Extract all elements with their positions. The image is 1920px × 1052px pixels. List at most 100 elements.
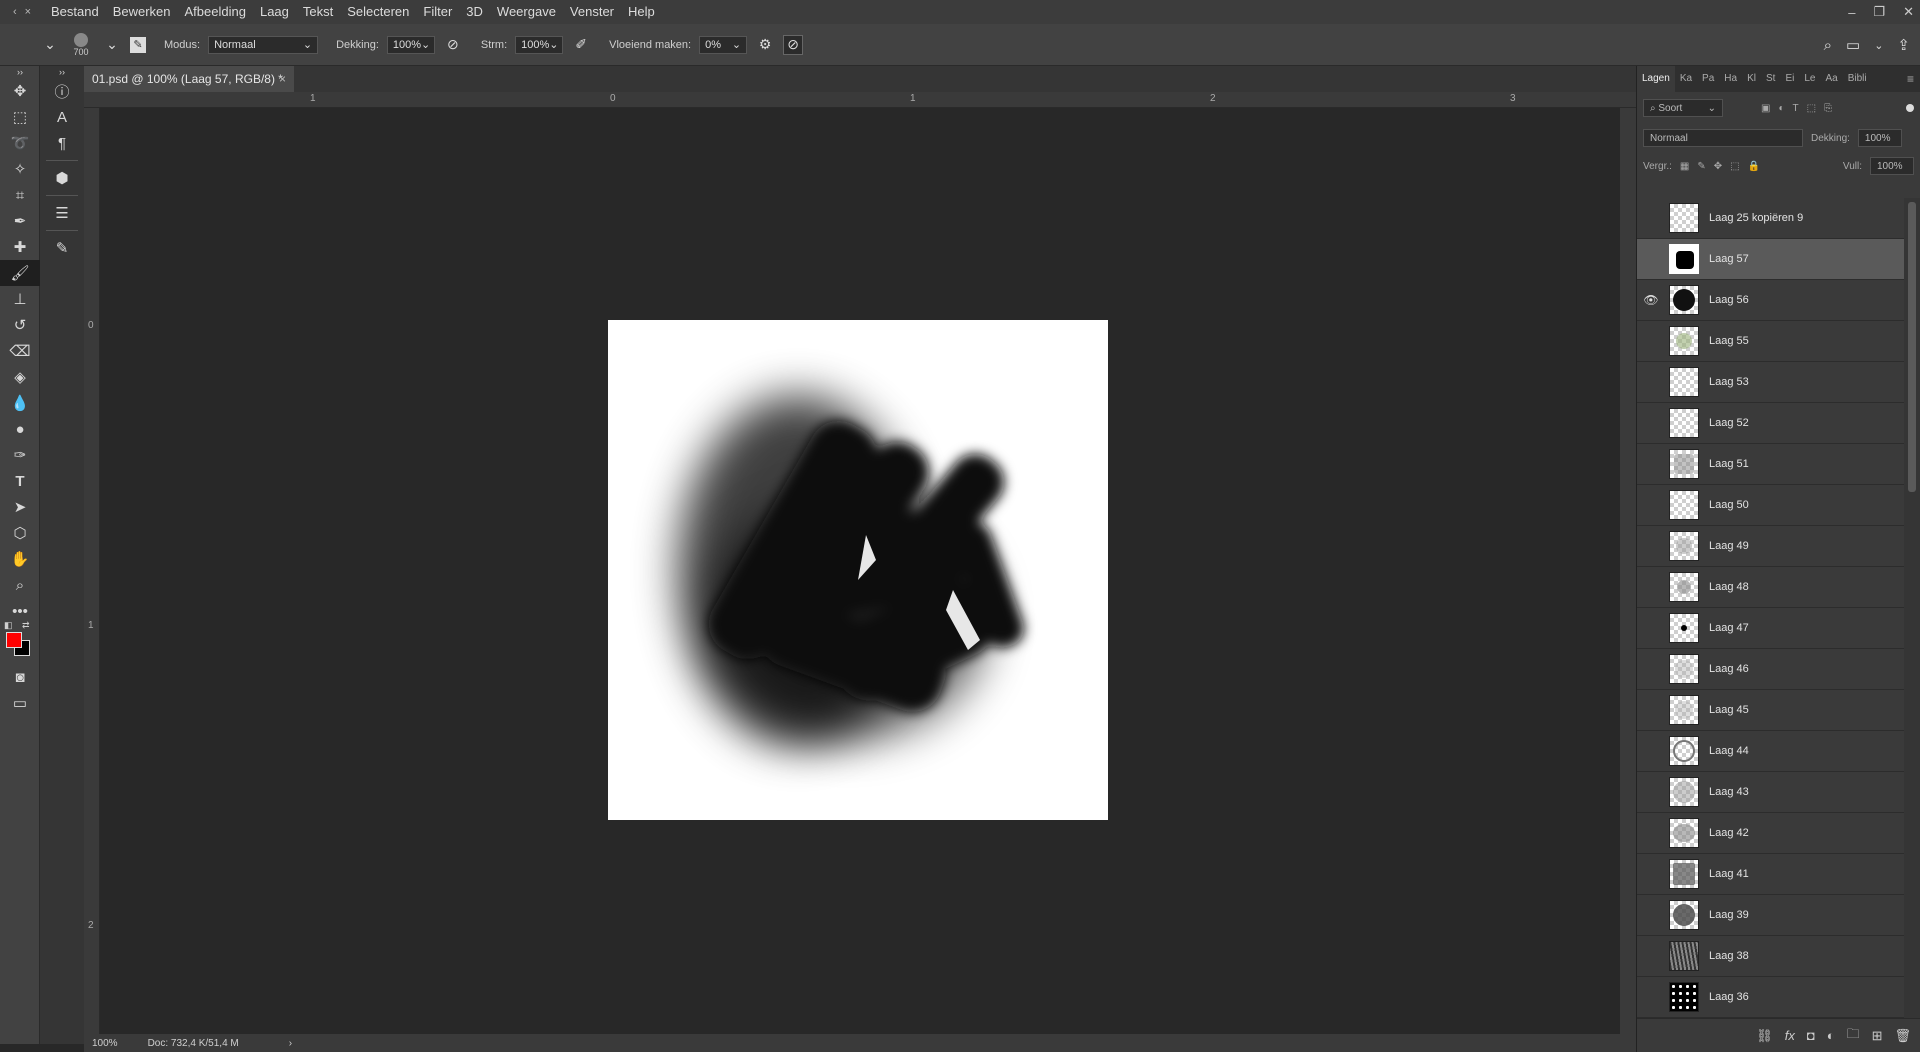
- menu-weergave[interactable]: Weergave: [490, 0, 563, 24]
- clone-stamp-tool[interactable]: ⊥: [0, 286, 40, 312]
- swap-colors-icon[interactable]: ⇄: [22, 620, 30, 631]
- pressure-opacity-icon[interactable]: ⊘: [443, 35, 463, 55]
- add-mask-icon[interactable]: ◘: [1807, 1028, 1815, 1043]
- tab-paden[interactable]: Pa: [1697, 66, 1719, 92]
- menu-bewerken[interactable]: Bewerken: [106, 0, 178, 24]
- menu-3d[interactable]: 3D: [459, 0, 490, 24]
- layer-row[interactable]: Laag 36: [1637, 977, 1905, 1018]
- tab-bibliotheken[interactable]: Bibli: [1843, 66, 1872, 92]
- brush-presets-panel-icon[interactable]: ✎: [40, 235, 84, 261]
- eye-icon[interactable]: 👁: [1637, 293, 1665, 307]
- filter-smart-object-icon[interactable]: ⎘: [1824, 103, 1832, 114]
- crop-tool[interactable]: ⌗: [0, 182, 40, 208]
- status-menu-chevron-icon[interactable]: ›: [289, 1038, 292, 1049]
- filter-toggle[interactable]: [1906, 104, 1914, 112]
- menu-laag[interactable]: Laag: [253, 0, 296, 24]
- flow-field[interactable]: 100% ⌄: [515, 35, 564, 54]
- layer-row[interactable]: Laag 46: [1637, 649, 1905, 690]
- close-icon[interactable]: ×: [25, 6, 31, 18]
- tab-kleur[interactable]: Kl: [1742, 66, 1761, 92]
- blur-tool[interactable]: 💧: [0, 390, 40, 416]
- layer-row[interactable]: Laag 41: [1637, 854, 1905, 895]
- zoom-level[interactable]: 100%: [92, 1038, 118, 1049]
- panel-menu-icon[interactable]: ≡: [1907, 72, 1920, 86]
- eyedropper-tool[interactable]: ✒: [0, 208, 40, 234]
- filter-type-icon[interactable]: T: [1793, 103, 1799, 114]
- layer-row[interactable]: Laag 45: [1637, 690, 1905, 731]
- workspace-chevron-icon[interactable]: ⌄: [1874, 39, 1883, 52]
- eraser-tool[interactable]: ⌫: [0, 338, 40, 364]
- close-window-icon[interactable]: ✕: [1903, 4, 1914, 20]
- brush-tool[interactable]: 🖌: [0, 260, 40, 286]
- pressure-size-icon[interactable]: ⊘: [783, 34, 804, 55]
- menu-venster[interactable]: Venster: [563, 0, 621, 24]
- new-layer-icon[interactable]: ⊞: [1872, 1028, 1883, 1044]
- layer-row[interactable]: Laag 44: [1637, 731, 1905, 772]
- blend-mode-select[interactable]: Normaal: [1643, 129, 1803, 147]
- layer-opacity-field[interactable]: 100%: [1857, 129, 1902, 147]
- lock-all-icon[interactable]: 🔒: [1748, 161, 1760, 172]
- dodge-tool[interactable]: ●: [0, 416, 40, 442]
- airbrush-icon[interactable]: ✐: [571, 35, 591, 55]
- tab-le[interactable]: Le: [1799, 66, 1820, 92]
- layer-row[interactable]: Laag 42: [1637, 813, 1905, 854]
- layer-row-selected[interactable]: Laag 57: [1637, 239, 1905, 280]
- paint-bucket-tool[interactable]: ◈: [0, 364, 40, 390]
- layer-row[interactable]: Laag 25 kopiëren 9: [1637, 198, 1905, 239]
- filter-adjustment-icon[interactable]: ◐: [1778, 103, 1784, 114]
- info-panel-icon[interactable]: ⓘ: [40, 78, 84, 104]
- layer-row[interactable]: Laag 43: [1637, 772, 1905, 813]
- layer-row[interactable]: Laag 39: [1637, 895, 1905, 936]
- layer-row[interactable]: Laag 50: [1637, 485, 1905, 526]
- brush-preset-picker[interactable]: 700: [68, 32, 94, 57]
- fill-field[interactable]: 100%: [1870, 157, 1914, 175]
- link-layers-icon[interactable]: ⛓: [1756, 1028, 1773, 1044]
- new-group-icon[interactable]: 🗀: [1847, 1025, 1860, 1047]
- tab-ha[interactable]: Ha: [1719, 66, 1742, 92]
- path-select-tool[interactable]: ➤: [0, 494, 40, 520]
- lock-transparency-icon[interactable]: ▦: [1680, 161, 1689, 172]
- layer-row[interactable]: Laag 52: [1637, 403, 1905, 444]
- healing-brush-tool[interactable]: ✚: [0, 234, 40, 260]
- filter-shape-icon[interactable]: ⬚: [1807, 103, 1816, 114]
- document-canvas[interactable]: [608, 320, 1108, 820]
- properties-panel-icon[interactable]: ☰: [40, 200, 84, 226]
- lock-position-icon[interactable]: ✥: [1714, 161, 1722, 172]
- lock-pixels-icon[interactable]: ✎: [1697, 161, 1705, 172]
- close-tab-icon[interactable]: ×: [279, 66, 286, 92]
- share-icon[interactable]: ⇪: [1897, 36, 1910, 54]
- 3d-panel-icon[interactable]: ⬢: [40, 165, 84, 191]
- hand-tool[interactable]: ✋: [0, 546, 40, 572]
- layer-row[interactable]: Laag 47: [1637, 608, 1905, 649]
- layer-row[interactable]: 👁 Laag 56: [1637, 280, 1905, 321]
- type-tool[interactable]: T: [0, 468, 40, 494]
- lasso-tool[interactable]: ➰: [0, 130, 40, 156]
- menu-bestand[interactable]: Bestand: [44, 0, 106, 24]
- layer-style-icon[interactable]: fx: [1785, 1028, 1795, 1043]
- foreground-color-swatch[interactable]: [6, 632, 22, 648]
- layer-row[interactable]: Laag 53: [1637, 362, 1905, 403]
- menu-afbeelding[interactable]: Afbeelding: [178, 0, 253, 24]
- brush-settings-icon[interactable]: ✎: [130, 36, 146, 53]
- lock-artboard-icon[interactable]: ⬚: [1730, 161, 1739, 172]
- layer-row[interactable]: Laag 51: [1637, 444, 1905, 485]
- tab-kanalen[interactable]: Ka: [1675, 66, 1697, 92]
- search-icon[interactable]: ⌕: [1824, 37, 1832, 54]
- menu-help[interactable]: Help: [621, 0, 662, 24]
- zoom-tool[interactable]: ⌕: [0, 572, 40, 598]
- collapse-dock-icon[interactable]: ››: [40, 66, 84, 78]
- adjustment-layer-icon[interactable]: ◐: [1827, 1028, 1835, 1043]
- layer-row[interactable]: Laag 49: [1637, 526, 1905, 567]
- default-colors-icon[interactable]: ◧: [4, 620, 13, 631]
- pen-tool[interactable]: ✑: [0, 442, 40, 468]
- quick-select-tool[interactable]: ✧: [0, 156, 40, 182]
- layer-row[interactable]: Laag 55: [1637, 321, 1905, 362]
- history-brush-tool[interactable]: ↺: [0, 312, 40, 338]
- canvas-area[interactable]: [100, 108, 1636, 1034]
- opacity-field[interactable]: 100% ⌄: [386, 35, 435, 54]
- minimize-icon[interactable]: –: [1848, 5, 1855, 20]
- shape-tool[interactable]: ⬡: [0, 520, 40, 546]
- character-panel-icon[interactable]: A: [40, 104, 84, 130]
- tab-stalen[interactable]: St: [1761, 66, 1780, 92]
- collapse-tools-icon[interactable]: ››: [0, 66, 40, 78]
